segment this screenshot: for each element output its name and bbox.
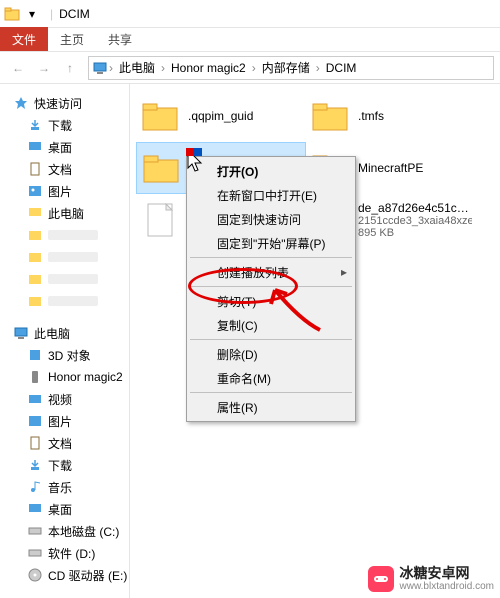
sidebar-item-phone[interactable]: Honor magic2 [0, 366, 129, 388]
sidebar-item-documents[interactable]: 文档 [0, 432, 129, 454]
folder-icon [28, 228, 42, 242]
folder-icon [4, 6, 20, 22]
download-icon [28, 458, 42, 472]
navigation-sidebar: 快速访问 下载 桌面 文档 图片 此电脑 此电脑 3D 对象 Honor mag… [0, 84, 130, 598]
crumb-current[interactable]: DCIM [322, 61, 361, 75]
sidebar-item-documents[interactable]: 文档 [0, 158, 129, 180]
menu-separator [190, 392, 352, 393]
video-icon [28, 392, 42, 406]
watermark-title: 冰糖安卓网 [400, 566, 494, 581]
sidebar-item-desktop[interactable]: 桌面 [0, 498, 129, 520]
chevron-right-icon[interactable]: › [252, 61, 256, 75]
folder-icon [141, 148, 181, 188]
desktop-icon [28, 140, 42, 154]
window-titlebar: ▾ | DCIM [0, 0, 500, 28]
menu-separator [190, 339, 352, 340]
home-tab[interactable]: 主页 [48, 27, 96, 51]
pc-icon [14, 326, 28, 340]
document-icon [28, 162, 42, 176]
menu-open[interactable]: 打开(O) [189, 159, 353, 183]
chevron-right-icon[interactable]: › [109, 61, 113, 75]
sidebar-item-blurred[interactable] [0, 224, 129, 246]
sidebar-item-desktop[interactable]: 桌面 [0, 136, 129, 158]
watermark-url: www.blxtandroid.com [400, 581, 494, 592]
file-meta: 2151ccde3_3xaia48xze3rrm [358, 215, 472, 227]
phone-icon [28, 370, 42, 384]
chevron-right-icon[interactable]: › [316, 61, 320, 75]
chevron-right-icon[interactable]: › [161, 61, 165, 75]
dropdown-icon[interactable]: ▾ [24, 6, 40, 22]
folder-icon [28, 250, 42, 264]
document-icon [28, 436, 42, 450]
file-tab[interactable]: 文件 [0, 27, 48, 51]
sidebar-item-3d[interactable]: 3D 对象 [0, 344, 129, 366]
sidebar-item-videos[interactable]: 视频 [0, 388, 129, 410]
file-name: .qqpim_guid [188, 109, 253, 123]
menu-properties[interactable]: 属性(R) [189, 395, 353, 419]
crumb-thispc[interactable]: 此电脑 [115, 59, 159, 76]
download-icon [28, 118, 42, 132]
breadcrumb[interactable]: › 此电脑 › Honor magic2 › 内部存储 › DCIM [88, 56, 494, 80]
music-icon [28, 480, 42, 494]
menu-separator [190, 257, 352, 258]
sidebar-item-pictures[interactable]: 图片 [0, 410, 129, 432]
cube-icon [28, 348, 42, 362]
menu-copy[interactable]: 复制(C) [189, 313, 353, 337]
menu-create-playlist[interactable]: 创建播放列表 [189, 260, 353, 284]
file-name: .tmfs [358, 109, 384, 123]
folder-item[interactable]: .tmfs [306, 90, 476, 142]
folder-item[interactable]: .qqpim_guid [136, 90, 306, 142]
titlebar-separator: | [50, 7, 53, 21]
sidebar-item-blurred[interactable] [0, 268, 129, 290]
file-name: de_a87d26e4c51c486db08 [358, 201, 472, 215]
sidebar-item-downloads[interactable]: 下载 [0, 114, 129, 136]
crumb-device[interactable]: Honor magic2 [167, 61, 250, 75]
drive-icon [28, 546, 42, 560]
share-tab[interactable]: 共享 [96, 27, 144, 51]
ribbon-tabs: 文件 主页 共享 [0, 28, 500, 52]
pc-icon [93, 61, 107, 75]
menu-pin-quick[interactable]: 固定到快速访问 [189, 207, 353, 231]
picture-icon [28, 414, 42, 428]
sidebar-item-downloads[interactable]: 下载 [0, 454, 129, 476]
file-name: MinecraftPE [358, 161, 423, 175]
menu-pin-start[interactable]: 固定到"开始"屏幕(P) [189, 231, 353, 255]
desktop-icon [28, 502, 42, 516]
sidebar-item-blurred[interactable] [0, 246, 129, 268]
pc-icon [28, 206, 42, 220]
sidebar-this-pc[interactable]: 此电脑 [0, 322, 129, 344]
back-button[interactable]: ← [6, 56, 30, 80]
sidebar-item-pictures[interactable]: 图片 [0, 180, 129, 202]
sidebar-item-thispc[interactable]: 此电脑 [0, 202, 129, 224]
up-button[interactable]: ↑ [58, 56, 82, 80]
window-title: DCIM [59, 7, 90, 21]
picture-icon [28, 184, 42, 198]
sidebar-quick-access[interactable]: 快速访问 [0, 92, 129, 114]
sidebar-item-cd[interactable]: CD 驱动器 (E:) HiS [0, 564, 129, 586]
menu-delete[interactable]: 删除(D) [189, 342, 353, 366]
sidebar-item-music[interactable]: 音乐 [0, 476, 129, 498]
menu-open-new-window[interactable]: 在新窗口中打开(E) [189, 183, 353, 207]
crumb-storage[interactable]: 内部存储 [258, 59, 314, 76]
file-icon [140, 200, 180, 240]
watermark: 冰糖安卓网 www.blxtandroid.com [368, 566, 494, 592]
menu-separator [190, 286, 352, 287]
folder-icon [140, 96, 180, 136]
star-icon [14, 96, 28, 110]
menu-rename[interactable]: 重命名(M) [189, 366, 353, 390]
watermark-icon [368, 566, 394, 592]
folder-icon [310, 96, 350, 136]
file-size: 895 KB [358, 227, 472, 239]
sidebar-item-drive-d[interactable]: 软件 (D:) [0, 542, 129, 564]
sidebar-item-drive-c[interactable]: 本地磁盘 (C:) [0, 520, 129, 542]
forward-button[interactable]: → [32, 56, 56, 80]
drive-icon [28, 524, 42, 538]
menu-cut[interactable]: 剪切(T) [189, 289, 353, 313]
sidebar-item-blurred[interactable] [0, 290, 129, 312]
folder-icon [28, 272, 42, 286]
disc-icon [28, 568, 42, 582]
context-menu: 打开(O) 在新窗口中打开(E) 固定到快速访问 固定到"开始"屏幕(P) 创建… [186, 156, 356, 422]
address-bar-row: ← → ↑ › 此电脑 › Honor magic2 › 内部存储 › DCIM [0, 52, 500, 84]
folder-icon [28, 294, 42, 308]
